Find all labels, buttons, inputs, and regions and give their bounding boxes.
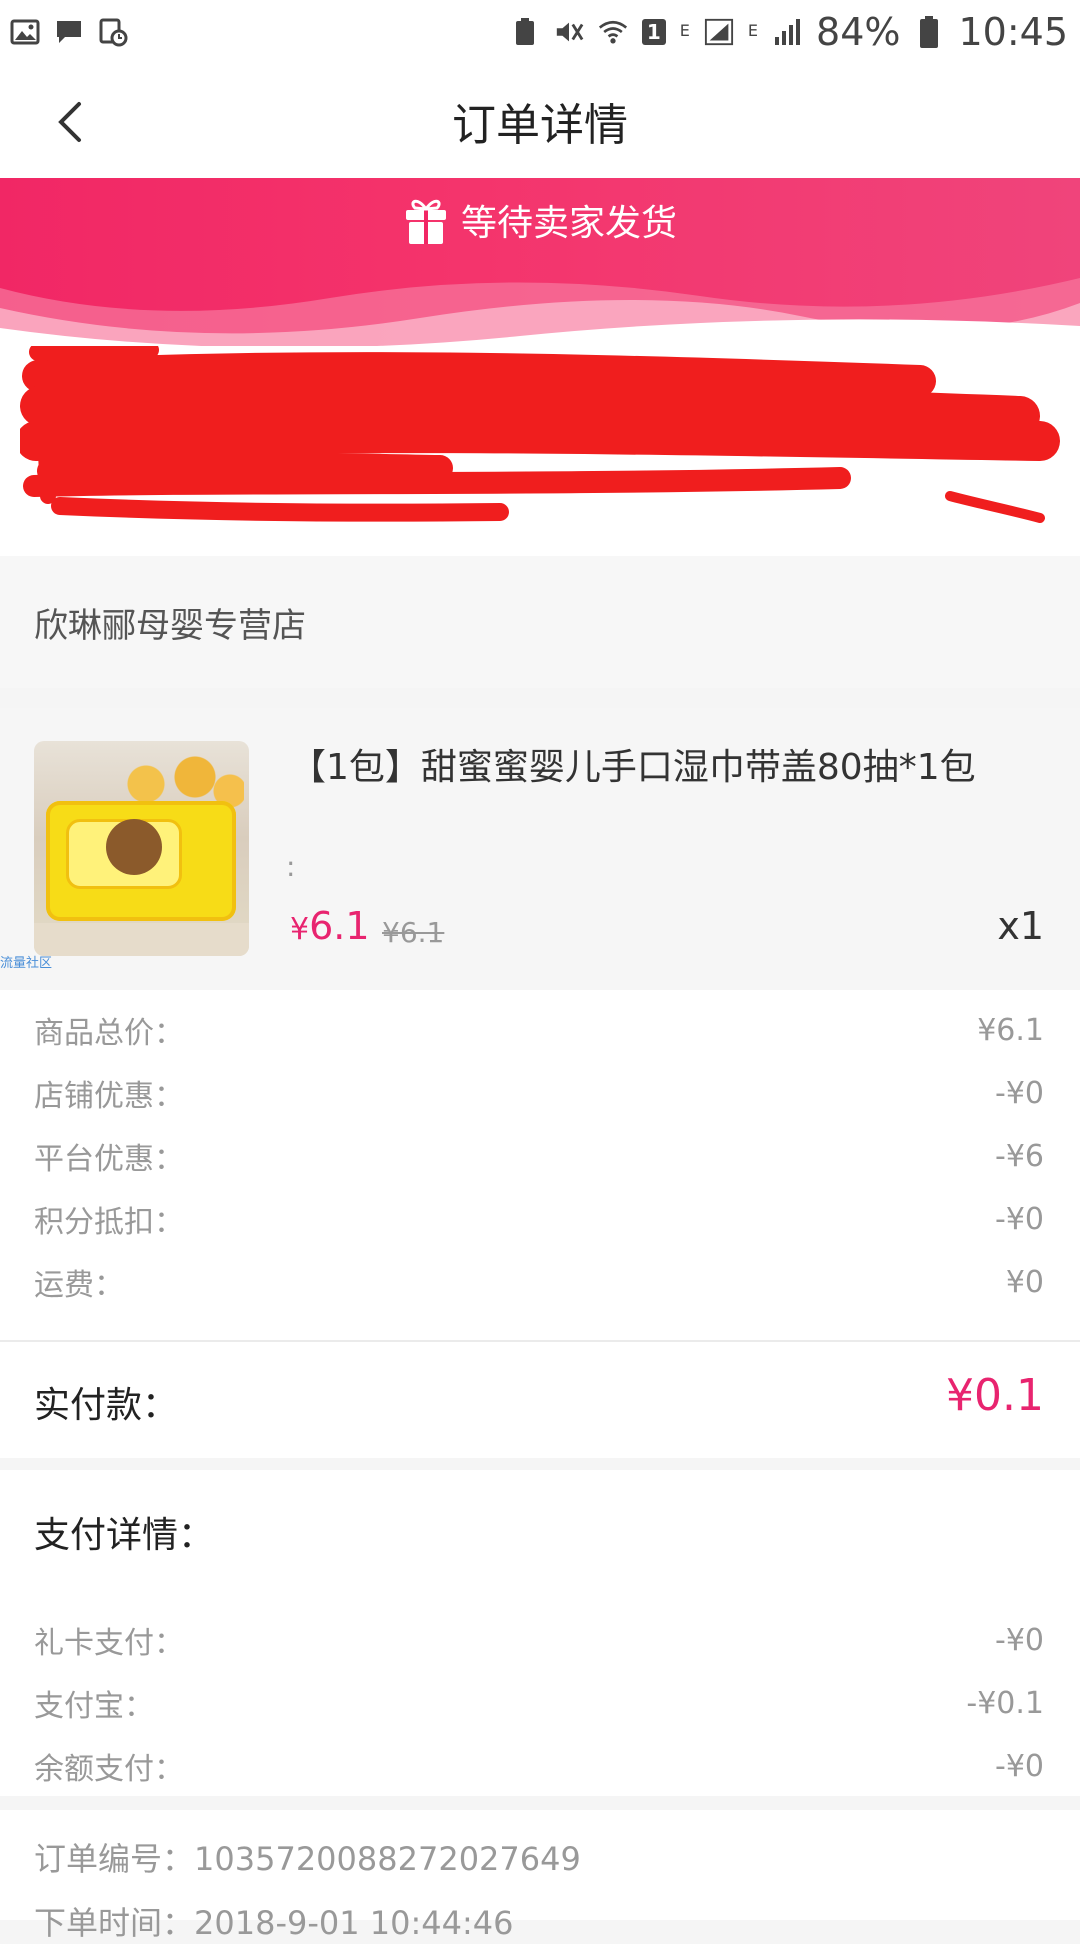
battery-saver-icon	[510, 17, 540, 47]
shop-name: 欣琳郦母婴专营店	[34, 605, 306, 646]
payment-row-balance: 余额支付： -¥0	[34, 1742, 1044, 1790]
gallery-icon	[10, 17, 40, 47]
status-bar: 1 E E 84% 10:45	[0, 0, 1080, 64]
message-icon	[54, 17, 84, 47]
mute-icon	[554, 17, 584, 47]
product-price: ¥6.1	[290, 904, 370, 948]
order-status-banner: 等待卖家发货	[0, 178, 1080, 346]
price-symbol: ¥	[290, 912, 310, 947]
thumbnail-bee-mascot	[106, 819, 162, 875]
breakdown-value: -¥0	[995, 1201, 1044, 1237]
sim-badge-label: 1	[646, 20, 661, 44]
product-title: 【1包】甜蜜蜜婴儿手口湿巾带盖80抽*1包	[290, 747, 976, 788]
signal-1-icon	[704, 17, 734, 47]
breakdown-value: -¥6	[995, 1138, 1044, 1174]
breakdown-label: 运费：	[34, 1268, 124, 1303]
total-paid-row: 实付款： ¥0.1	[0, 1342, 1080, 1458]
shipping-address[interactable]	[0, 346, 1080, 556]
breakdown-label: 店铺优惠：	[34, 1079, 184, 1114]
signal-2-icon	[772, 17, 802, 47]
breakdown-row-shop-discount: 店铺优惠： -¥0	[34, 1069, 1044, 1117]
redaction-scribble	[20, 346, 1060, 523]
status-bar-right: 1 E E 84% 10:45	[510, 13, 1068, 51]
status-bar-left	[10, 17, 128, 47]
app-header: 订单详情	[0, 64, 1080, 178]
battery-icon	[914, 16, 944, 48]
network-type-2: E	[747, 21, 759, 40]
page-title: 订单详情	[452, 100, 628, 151]
gift-icon	[405, 199, 446, 244]
breakdown-value: ¥6.1	[977, 1012, 1044, 1048]
order-number[interactable]: 1035720088272027649	[194, 1840, 581, 1878]
chevron-left-icon	[58, 102, 81, 142]
banner-status-text: 等待卖家发货	[460, 203, 677, 244]
payment-row-gift-card: 礼卡支付： -¥0	[34, 1616, 1044, 1664]
payment-row-alipay: 支付宝： -¥0.1	[34, 1679, 1044, 1727]
payment-value: -¥0.1	[966, 1685, 1044, 1721]
payment-value: -¥0	[995, 1622, 1044, 1658]
sim-badge: 1	[641, 19, 666, 45]
breakdown-label: 积分抵扣：	[34, 1205, 184, 1240]
breakdown-value: -¥0	[995, 1075, 1044, 1111]
breakdown-row-platform-discount: 平台优惠： -¥6	[34, 1132, 1044, 1180]
thumbnail-base	[34, 923, 249, 956]
wifi-icon	[598, 17, 628, 47]
payment-value: -¥0	[995, 1748, 1044, 1784]
price-breakdown: 商品总价： ¥6.1 店铺优惠： -¥0 平台优惠： -¥6 积分抵扣： -¥0…	[0, 990, 1080, 1340]
watermark-text: 流量社区	[0, 956, 53, 971]
product-card[interactable]: 【1包】甜蜜蜜婴儿手口湿巾带盖80抽*1包 : ¥6.1 ¥6.1 x1	[0, 708, 1080, 990]
banner-status: 等待卖家发货	[0, 194, 1080, 246]
payment-label: 余额支付：	[34, 1752, 184, 1787]
original-price: ¥6.1	[382, 916, 445, 949]
order-time: 2018-9-01 10:44:46	[194, 1904, 514, 1942]
product-thumbnail[interactable]	[34, 741, 249, 956]
product-spec: :	[286, 850, 296, 883]
breakdown-value: ¥0	[1005, 1264, 1044, 1300]
clock: 10:45	[958, 10, 1068, 54]
breakdown-row-points: 积分抵扣： -¥0	[34, 1195, 1044, 1243]
breakdown-row-shipping: 运费： ¥0	[34, 1258, 1044, 1306]
thumbnail-wipes-pack	[46, 801, 236, 921]
breakdown-row-subtotal: 商品总价： ¥6.1	[34, 1006, 1044, 1054]
battery-percent: 84%	[816, 10, 901, 54]
breakdown-label: 平台优惠：	[34, 1142, 184, 1177]
payment-title: 支付详情：	[34, 1515, 215, 1556]
total-value: ¥0.1	[946, 1370, 1044, 1421]
back-button[interactable]	[40, 92, 100, 152]
order-info: 订单编号：1035720088272027649 下单时间：2018-9-01 …	[0, 1810, 1080, 1942]
order-time-row: 下单时间：2018-9-01 10:44:46	[34, 1898, 514, 1944]
order-number-row: 订单编号：1035720088272027649	[34, 1834, 581, 1880]
shop-name-row[interactable]: 欣琳郦母婴专营店	[0, 556, 1080, 688]
calendar-clock-icon	[98, 17, 128, 47]
payment-details: 支付详情： 礼卡支付： -¥0 支付宝： -¥0.1 余额支付： -¥0	[0, 1470, 1080, 1796]
price-value: 6.1	[309, 904, 370, 948]
order-time-label: 下单时间：	[34, 1904, 195, 1942]
breakdown-label: 商品总价：	[34, 1016, 184, 1051]
payment-label: 礼卡支付：	[34, 1626, 184, 1661]
network-type-1: E	[679, 21, 690, 40]
product-quantity: x1	[997, 904, 1044, 948]
payment-label: 支付宝：	[34, 1689, 154, 1724]
total-label: 实付款：	[34, 1385, 179, 1426]
order-number-label: 订单编号：	[34, 1840, 195, 1878]
